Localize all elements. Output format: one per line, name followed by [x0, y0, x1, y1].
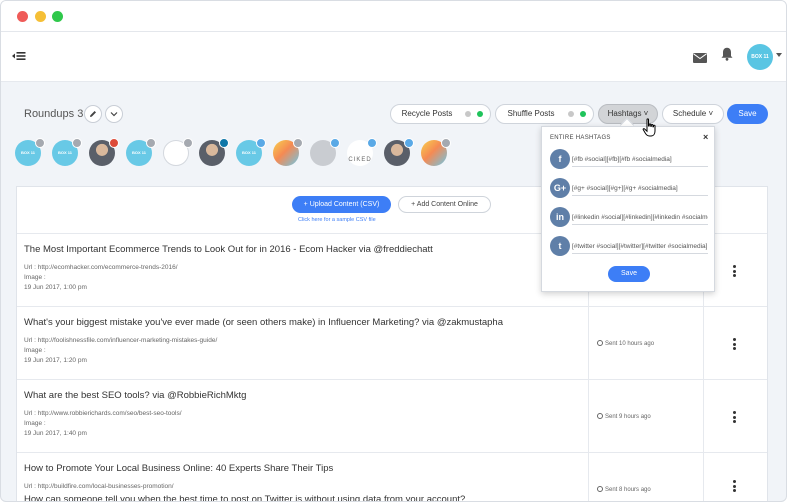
- close-window-button[interactable]: [17, 11, 28, 22]
- sent-status-text: Sent 10 hours ago: [605, 341, 655, 347]
- column-divider: [703, 380, 704, 452]
- app-window: BOX 11 Roundups 3 Recycle Posts Shuffle …: [0, 0, 787, 502]
- app-header: BOX 11: [1, 32, 786, 82]
- pencil-icon: [90, 111, 96, 117]
- network-badge-icon: [183, 138, 193, 148]
- facebook-icon: f: [550, 149, 570, 169]
- post-image: Image :: [24, 347, 46, 354]
- post-title[interactable]: The Most Important Ecommerce Trends to L…: [24, 244, 433, 255]
- clock-icon: [597, 413, 603, 419]
- network-badge-icon: [256, 138, 266, 148]
- post-menu-icon[interactable]: [733, 480, 737, 494]
- hand-cursor-icon: [642, 118, 658, 143]
- chevron-down-icon: [110, 112, 118, 117]
- hashtag-input[interactable]: [#linkedin #social][#linkedin][#linkedin…: [572, 210, 708, 225]
- sidebar-toggle-icon[interactable]: [12, 50, 26, 62]
- recycle-posts-toggle[interactable]: Recycle Posts: [390, 104, 491, 124]
- hashtag-row: t [#twitter #social][#twitter][#twitter #…: [550, 234, 708, 260]
- minimize-window-button[interactable]: [35, 11, 46, 22]
- hashtag-row: G+ [#g+ #social][#g+][#g+ #socialmedia]: [550, 176, 708, 202]
- google-plus-icon: G+: [550, 178, 570, 198]
- post-row[interactable]: What's your biggest mistake you've ever …: [17, 306, 767, 379]
- network-badge-icon: [367, 138, 377, 148]
- clock-icon: [597, 486, 603, 492]
- upload-csv-button[interactable]: + Upload Content (CSV): [292, 196, 391, 213]
- column-divider: [703, 453, 704, 501]
- shuffle-posts-label: Shuffle Posts: [507, 109, 555, 118]
- sent-status: Sent 10 hours ago: [597, 340, 654, 347]
- post-date: 19 Jun 2017, 1:40 pm: [24, 430, 87, 437]
- sent-status: Sent 8 hours ago: [597, 486, 651, 493]
- sent-status-text: Sent 8 hours ago: [605, 487, 651, 493]
- post-menu-icon[interactable]: [733, 265, 737, 279]
- hashtag-input[interactable]: [#g+ #social][#g+][#g+ #socialmedia]: [572, 181, 708, 196]
- post-row[interactable]: What are the best SEO tools? via @Robbie…: [17, 379, 767, 452]
- post-menu-icon[interactable]: [733, 338, 737, 352]
- network-badge-icon: [109, 138, 119, 148]
- column-divider: [703, 307, 704, 379]
- post-url: Url : http://www.robbierichards.com/seo/…: [24, 410, 182, 417]
- mail-icon[interactable]: [693, 50, 707, 68]
- schedule-dropdown-button[interactable]: Schedule ˅: [662, 104, 724, 124]
- network-badge-icon: [146, 138, 156, 148]
- network-badge-icon: [404, 138, 414, 148]
- post-menu-icon[interactable]: [733, 411, 737, 425]
- network-badge-icon: [330, 138, 340, 148]
- post-image: Image :: [24, 274, 46, 281]
- bell-icon[interactable]: [721, 47, 733, 66]
- post-row[interactable]: How to Promote Your Local Business Onlin…: [17, 452, 767, 502]
- add-content-online-button[interactable]: + Add Content Online: [398, 196, 491, 213]
- post-title[interactable]: How to Promote Your Local Business Onlin…: [24, 463, 333, 474]
- popover-save-button[interactable]: Save: [608, 266, 650, 282]
- hashtags-popover: ENTIRE HASHTAGS × f [#fb #social][#fb][#f…: [541, 126, 715, 292]
- network-badge-icon: [219, 138, 229, 148]
- post-title[interactable]: What's your biggest mistake you've ever …: [24, 317, 503, 328]
- recycle-posts-label: Recycle Posts: [401, 109, 453, 118]
- post-date: 19 Jun 2017, 1:20 pm: [24, 357, 87, 364]
- post-image: Image :: [24, 420, 46, 427]
- sent-status: Sent 9 hours ago: [597, 413, 651, 420]
- save-button[interactable]: Save: [727, 104, 768, 124]
- shuffle-toggle-indicator[interactable]: [568, 111, 586, 117]
- maximize-window-button[interactable]: [52, 11, 63, 22]
- more-options-button[interactable]: [105, 105, 123, 123]
- network-badge-icon: [293, 138, 303, 148]
- column-divider: [588, 453, 589, 501]
- post-url: Url : http://foolishnessfile.com/influen…: [24, 337, 218, 344]
- network-badge-icon: [72, 138, 82, 148]
- post-url: Url : http://ecomhacker.com/ecommerce-tr…: [24, 264, 178, 271]
- recycle-toggle-indicator[interactable]: [465, 111, 483, 117]
- column-divider: [588, 380, 589, 452]
- save-label: Save: [738, 109, 757, 118]
- page-title: Roundups 3: [24, 108, 84, 120]
- post-image: How can someone tell you when the best t…: [24, 494, 466, 502]
- network-badge-icon: [441, 138, 451, 148]
- user-avatar[interactable]: BOX 11: [747, 44, 773, 70]
- hashtag-input[interactable]: [#twitter #social][#twitter][#twitter #s…: [572, 239, 708, 254]
- clock-icon: [597, 340, 603, 346]
- sent-status-text: Sent 9 hours ago: [605, 414, 651, 420]
- hashtag-input[interactable]: [#fb #social][#fb][#fb #socialmedia]: [572, 152, 708, 167]
- edit-title-button[interactable]: [84, 105, 102, 123]
- sample-csv-link[interactable]: Click here for a sample CSV file: [298, 217, 376, 223]
- post-date: 19 Jun 2017, 1:00 pm: [24, 284, 87, 291]
- hashtag-row: f [#fb #social][#fb][#fb #socialmedia]: [550, 147, 708, 173]
- network-badge-icon: [35, 138, 45, 148]
- hashtag-row: in [#linkedin #social][#linkedin][#linked…: [550, 205, 708, 231]
- schedule-label: Schedule ˅: [672, 109, 714, 118]
- shuffle-posts-toggle[interactable]: Shuffle Posts: [495, 104, 594, 124]
- post-url: Url : http://buildfire.com/local-busines…: [24, 483, 174, 490]
- window-titlebar: [1, 1, 786, 32]
- close-icon[interactable]: ×: [703, 132, 708, 142]
- column-divider: [588, 307, 589, 379]
- popover-heading: ENTIRE HASHTAGS: [550, 135, 611, 141]
- user-menu-caret-icon[interactable]: [776, 53, 782, 57]
- twitter-icon: t: [550, 236, 570, 256]
- linkedin-icon: in: [550, 207, 570, 227]
- post-title[interactable]: What are the best SEO tools? via @Robbie…: [24, 390, 246, 401]
